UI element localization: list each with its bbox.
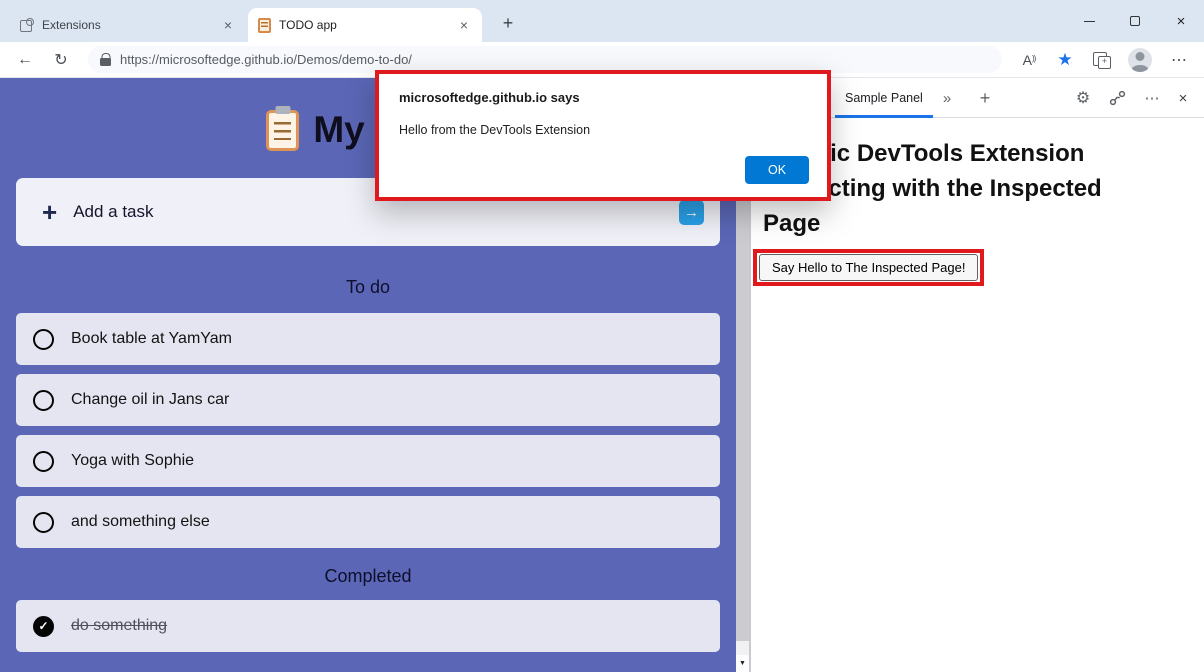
annotation-highlight-box: Say Hello to The Inspected Page! bbox=[753, 249, 984, 286]
browser-window: Extensions × TODO app × + × ← ↻ https://… bbox=[0, 0, 1204, 672]
tab-todo-title: TODO app bbox=[279, 18, 448, 32]
todo-task-list: Book table at YamYam Change oil in Jans … bbox=[0, 313, 736, 652]
task-row[interactable]: Yoga with Sophie bbox=[16, 435, 720, 487]
refresh-button[interactable]: ↻ bbox=[46, 50, 76, 70]
task-label: Book table at YamYam bbox=[71, 330, 232, 348]
window-controls: × bbox=[1066, 0, 1204, 42]
clipboard-icon bbox=[266, 110, 299, 151]
task-checkbox[interactable] bbox=[33, 512, 54, 533]
task-checkbox[interactable] bbox=[33, 390, 54, 411]
minimize-button[interactable] bbox=[1066, 0, 1112, 42]
task-row[interactable]: Book table at YamYam bbox=[16, 313, 720, 365]
todo-section-heading: To do bbox=[0, 277, 736, 299]
tab-close-icon[interactable]: × bbox=[456, 17, 472, 33]
add-task-submit-button[interactable]: → bbox=[679, 200, 704, 225]
add-task-label: Add a task bbox=[73, 202, 153, 222]
back-button[interactable]: ← bbox=[10, 51, 40, 69]
plus-icon: + bbox=[42, 199, 57, 225]
lock-icon bbox=[100, 53, 111, 66]
browser-more-icon[interactable]: ⋯ bbox=[1164, 50, 1194, 70]
minimize-icon bbox=[1084, 21, 1095, 22]
profile-avatar[interactable] bbox=[1128, 48, 1152, 72]
dialog-ok-button[interactable]: OK bbox=[745, 156, 809, 184]
task-label: and something else bbox=[71, 513, 210, 531]
task-label: Yoga with Sophie bbox=[71, 452, 194, 470]
task-checkbox-checked[interactable]: ✓ bbox=[33, 616, 54, 637]
tab-todo-app[interactable]: TODO app × bbox=[248, 8, 482, 42]
url-text[interactable]: https://microsoftedge.github.io/Demos/de… bbox=[120, 52, 412, 67]
tab-close-icon[interactable]: × bbox=[220, 17, 236, 33]
task-label: Change oil in Jans car bbox=[71, 391, 229, 409]
check-icon: ✓ bbox=[38, 619, 48, 633]
arrow-right-icon: → bbox=[684, 204, 699, 221]
more-tabs-icon[interactable]: » bbox=[935, 78, 959, 118]
devtools-more-icon[interactable]: ⋯ bbox=[1141, 78, 1163, 118]
tab-extensions-title: Extensions bbox=[42, 18, 212, 32]
maximize-button[interactable] bbox=[1112, 0, 1158, 42]
task-checkbox[interactable] bbox=[33, 329, 54, 350]
read-aloud-icon[interactable]: A bbox=[1014, 52, 1044, 68]
favorites-star-icon[interactable]: ★ bbox=[1050, 50, 1080, 70]
devtools-close-icon[interactable]: × bbox=[1171, 78, 1195, 118]
extensions-favicon-icon bbox=[20, 18, 34, 32]
devtools-tab-sample-panel[interactable]: Sample Panel bbox=[835, 78, 933, 118]
dialog-title: microsoftedge.github.io says bbox=[399, 90, 807, 105]
completed-section-heading: Completed bbox=[0, 566, 736, 588]
collections-icon[interactable] bbox=[1091, 51, 1111, 69]
tab-extensions[interactable]: Extensions × bbox=[10, 8, 246, 42]
task-row-completed[interactable]: ✓ do something bbox=[16, 600, 720, 652]
window-close-button[interactable]: × bbox=[1158, 0, 1204, 42]
scroll-down-arrow-icon[interactable]: ▼ bbox=[736, 655, 749, 672]
task-checkbox[interactable] bbox=[33, 451, 54, 472]
task-label: do something bbox=[71, 617, 167, 635]
address-bar[interactable]: https://microsoftedge.github.io/Demos/de… bbox=[88, 46, 1002, 73]
devtools-add-icon[interactable]: + bbox=[973, 78, 997, 118]
close-icon: × bbox=[1177, 13, 1186, 30]
task-row[interactable]: and something else bbox=[16, 496, 720, 548]
alert-dialog: microsoftedge.github.io says Hello from … bbox=[375, 70, 831, 201]
connected-nodes-icon[interactable] bbox=[1106, 78, 1130, 118]
maximize-icon bbox=[1130, 16, 1140, 26]
heading-line: Page bbox=[763, 206, 1192, 241]
say-hello-button[interactable]: Say Hello to The Inspected Page! bbox=[759, 254, 978, 281]
new-tab-button[interactable]: + bbox=[494, 9, 522, 37]
todo-favicon-icon bbox=[258, 18, 271, 33]
tab-strip: Extensions × TODO app × + × bbox=[0, 0, 1204, 42]
dialog-message: Hello from the DevTools Extension bbox=[399, 123, 807, 137]
task-row[interactable]: Change oil in Jans car bbox=[16, 374, 720, 426]
devtools-settings-gear-icon[interactable]: ⚙ bbox=[1071, 78, 1095, 118]
